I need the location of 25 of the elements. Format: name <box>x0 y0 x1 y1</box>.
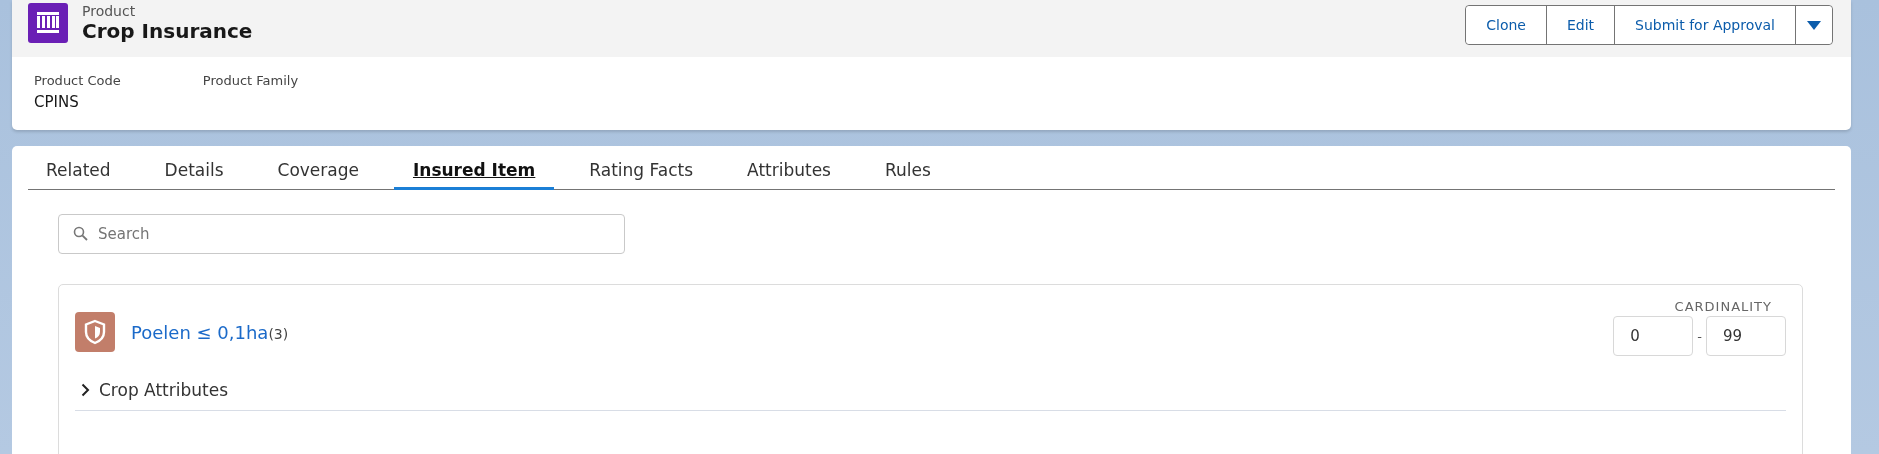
tab[interactable]: Rules <box>884 154 931 190</box>
cardinality-label: CARDINALITY <box>1674 299 1772 314</box>
shield-icon <box>75 312 115 352</box>
tab[interactable]: Rating Facts <box>589 154 694 190</box>
tab[interactable]: Insured Item <box>393 154 555 190</box>
max-field[interactable]: 99 <box>1706 316 1786 356</box>
object-label: Product <box>82 3 137 19</box>
search-field[interactable]: Search <box>58 214 625 254</box>
min-field[interactable]: 0 <box>1613 316 1694 356</box>
item-count: (3) <box>268 325 289 342</box>
section-toggle[interactable]: Crop Attributes <box>75 380 228 400</box>
record-title: Crop Insurance <box>82 19 253 43</box>
field-label: Product Code <box>34 73 121 88</box>
more-actions-button[interactable] <box>1795 6 1832 44</box>
tab[interactable]: Coverage <box>277 154 359 190</box>
product-icon <box>28 3 68 43</box>
tab[interactable]: Related <box>46 154 111 190</box>
tab[interactable]: Attributes <box>747 154 831 190</box>
search-icon <box>73 226 88 241</box>
field-value: CPINS <box>34 93 80 111</box>
caret-icon <box>1807 21 1821 30</box>
tab[interactable]: Details <box>164 154 224 190</box>
field-label: Product Family <box>202 73 299 88</box>
range-separator: - <box>1697 328 1702 344</box>
item-link[interactable]: Poelen ≤ 0,1ha <box>131 321 269 343</box>
